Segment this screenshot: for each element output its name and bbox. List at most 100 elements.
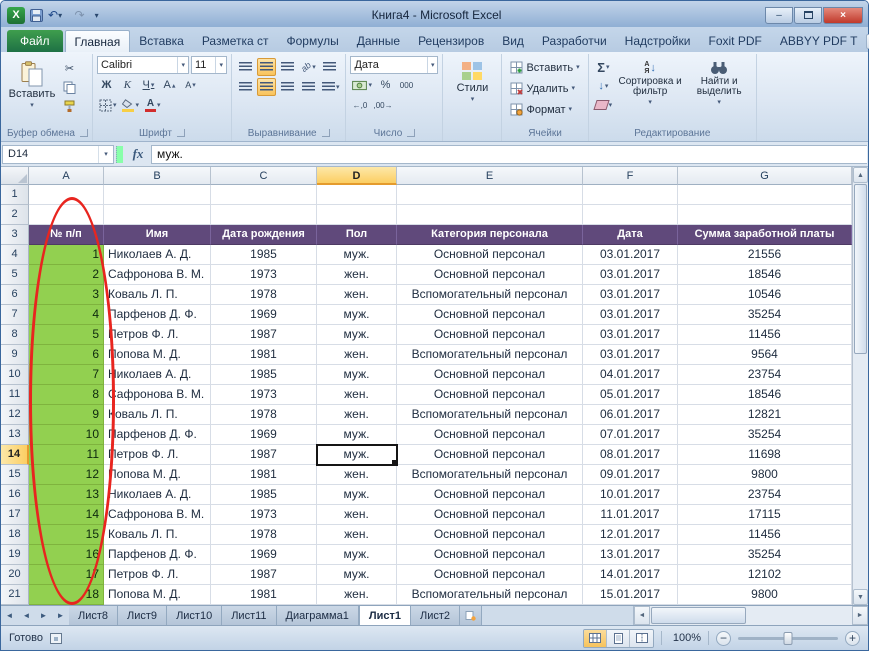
cell-D19[interactable]: муж. xyxy=(317,545,397,565)
cell-A11[interactable]: 8 xyxy=(29,385,104,405)
cell-F4[interactable]: 03.01.2017 xyxy=(583,245,678,265)
zoom-slider-thumb[interactable] xyxy=(784,632,793,645)
normal-view-button[interactable] xyxy=(584,630,607,647)
cell-A7[interactable]: 4 xyxy=(29,305,104,325)
cell-G3[interactable]: Сумма заработной платы xyxy=(678,225,852,245)
cell-C13[interactable]: 1969 xyxy=(211,425,317,445)
cut-button[interactable]: ✂ xyxy=(60,59,79,77)
borders-button[interactable]: ▾ xyxy=(97,96,119,114)
cell-A12[interactable]: 9 xyxy=(29,405,104,425)
cell-B8[interactable]: Петров Ф. Л. xyxy=(104,325,211,345)
cell-D11[interactable]: жен. xyxy=(317,385,397,405)
ribbon-tab-Вставка[interactable]: Вставка xyxy=(130,30,193,52)
underline-button[interactable]: Ч▾ xyxy=(139,76,158,94)
row-header-12[interactable]: 12 xyxy=(1,405,29,425)
cell-A2[interactable] xyxy=(29,205,104,225)
close-button[interactable]: × xyxy=(823,7,863,24)
cell-A9[interactable]: 6 xyxy=(29,345,104,365)
cell-E10[interactable]: Основной персонал xyxy=(397,365,583,385)
merge-center-button[interactable]: ▾ xyxy=(320,78,342,96)
cell-E17[interactable]: Основной персонал xyxy=(397,505,583,525)
cell-E5[interactable]: Основной персонал xyxy=(397,265,583,285)
cell-F21[interactable]: 15.01.2017 xyxy=(583,585,678,605)
row-header-11[interactable]: 11 xyxy=(1,385,29,405)
horizontal-scroll-thumb[interactable] xyxy=(651,607,746,624)
cell-G2[interactable] xyxy=(678,205,852,225)
cell-C18[interactable]: 1978 xyxy=(211,525,317,545)
sheet-tab-Диаграмма1[interactable]: Диаграмма1 xyxy=(277,606,359,625)
cell-D15[interactable]: жен. xyxy=(317,465,397,485)
increase-decimal-button[interactable]: ←,0 xyxy=(350,96,369,114)
column-header-A[interactable]: A xyxy=(29,167,104,185)
accounting-format-button[interactable]: ▾ xyxy=(350,76,374,94)
delete-cells-button[interactable]: Удалить▾ xyxy=(506,79,583,98)
excel-logo-icon[interactable]: X xyxy=(7,7,25,24)
next-sheet-button[interactable]: ► xyxy=(35,606,52,625)
paste-button[interactable]: Вставить ▾ xyxy=(7,56,57,110)
cell-A21[interactable]: 18 xyxy=(29,585,104,605)
insert-cells-button[interactable]: Вставить▾ xyxy=(506,58,583,77)
cell-C1[interactable] xyxy=(211,185,317,205)
row-header-17[interactable]: 17 xyxy=(1,505,29,525)
cell-C19[interactable]: 1969 xyxy=(211,545,317,565)
cell-G16[interactable]: 23754 xyxy=(678,485,852,505)
cell-E12[interactable]: Вспомогательный персонал xyxy=(397,405,583,425)
cell-A20[interactable]: 17 xyxy=(29,565,104,585)
sheet-tab-Лист11[interactable]: Лист11 xyxy=(222,606,276,625)
cell-A10[interactable]: 7 xyxy=(29,365,104,385)
cell-A8[interactable]: 5 xyxy=(29,325,104,345)
cell-C16[interactable]: 1985 xyxy=(211,485,317,505)
autosum-button[interactable]: Σ▾ xyxy=(593,58,615,76)
cell-G12[interactable]: 12821 xyxy=(678,405,852,425)
row-header-1[interactable]: 1 xyxy=(1,185,29,205)
cell-F3[interactable]: Дата xyxy=(583,225,678,245)
cell-C21[interactable]: 1981 xyxy=(211,585,317,605)
cell-G17[interactable]: 17115 xyxy=(678,505,852,525)
align-middle-button[interactable] xyxy=(257,58,276,76)
cell-C17[interactable]: 1973 xyxy=(211,505,317,525)
cell-A3[interactable]: № п/п xyxy=(29,225,104,245)
fill-color-button[interactable]: ▾ xyxy=(120,96,141,114)
cell-C3[interactable]: Дата рождения xyxy=(211,225,317,245)
cell-D9[interactable]: жен. xyxy=(317,345,397,365)
cell-E9[interactable]: Вспомогательный персонал xyxy=(397,345,583,365)
cell-B14[interactable]: Петров Ф. Л. xyxy=(104,445,211,465)
cell-F15[interactable]: 09.01.2017 xyxy=(583,465,678,485)
column-header-E[interactable]: E xyxy=(397,167,583,185)
cell-B18[interactable]: Коваль Л. П. xyxy=(104,525,211,545)
cell-F6[interactable]: 03.01.2017 xyxy=(583,285,678,305)
row-header-7[interactable]: 7 xyxy=(1,305,29,325)
align-left-button[interactable] xyxy=(236,78,255,96)
column-header-G[interactable]: G xyxy=(678,167,852,185)
cell-D8[interactable]: муж. xyxy=(317,325,397,345)
shrink-font-button[interactable]: А▾ xyxy=(181,76,200,94)
number-format-combo[interactable]: Дата▾ xyxy=(350,56,438,74)
cell-B6[interactable]: Коваль Л. П. xyxy=(104,285,211,305)
cell-F18[interactable]: 12.01.2017 xyxy=(583,525,678,545)
cell-C6[interactable]: 1978 xyxy=(211,285,317,305)
fill-button[interactable]: ↓▾ xyxy=(593,77,615,95)
ribbon-tab-Надстройки[interactable]: Надстройки xyxy=(616,30,700,52)
row-header-21[interactable]: 21 xyxy=(1,585,29,605)
cell-B17[interactable]: Сафронова В. М. xyxy=(104,505,211,525)
cell-E13[interactable]: Основной персонал xyxy=(397,425,583,445)
format-cells-button[interactable]: Формат▾ xyxy=(506,100,583,119)
cell-A1[interactable] xyxy=(29,185,104,205)
cell-C7[interactable]: 1969 xyxy=(211,305,317,325)
clear-button[interactable]: ▾ xyxy=(593,96,615,114)
cell-F12[interactable]: 06.01.2017 xyxy=(583,405,678,425)
zoom-level[interactable]: 100% xyxy=(669,632,701,644)
cell-B1[interactable] xyxy=(104,185,211,205)
cell-B11[interactable]: Сафронова В. М. xyxy=(104,385,211,405)
cell-G5[interactable]: 18546 xyxy=(678,265,852,285)
cell-E4[interactable]: Основной персонал xyxy=(397,245,583,265)
ribbon-tab-Рецензиров[interactable]: Рецензиров xyxy=(409,30,493,52)
last-sheet-button[interactable]: ► xyxy=(52,606,69,625)
cell-B9[interactable]: Попова М. Д. xyxy=(104,345,211,365)
cell-A16[interactable]: 13 xyxy=(29,485,104,505)
cell-B16[interactable]: Николаев А. Д. xyxy=(104,485,211,505)
cell-G9[interactable]: 9564 xyxy=(678,345,852,365)
row-header-19[interactable]: 19 xyxy=(1,545,29,565)
cell-B13[interactable]: Парфенов Д. Ф. xyxy=(104,425,211,445)
decrease-decimal-button[interactable]: ,00→ xyxy=(371,96,394,114)
